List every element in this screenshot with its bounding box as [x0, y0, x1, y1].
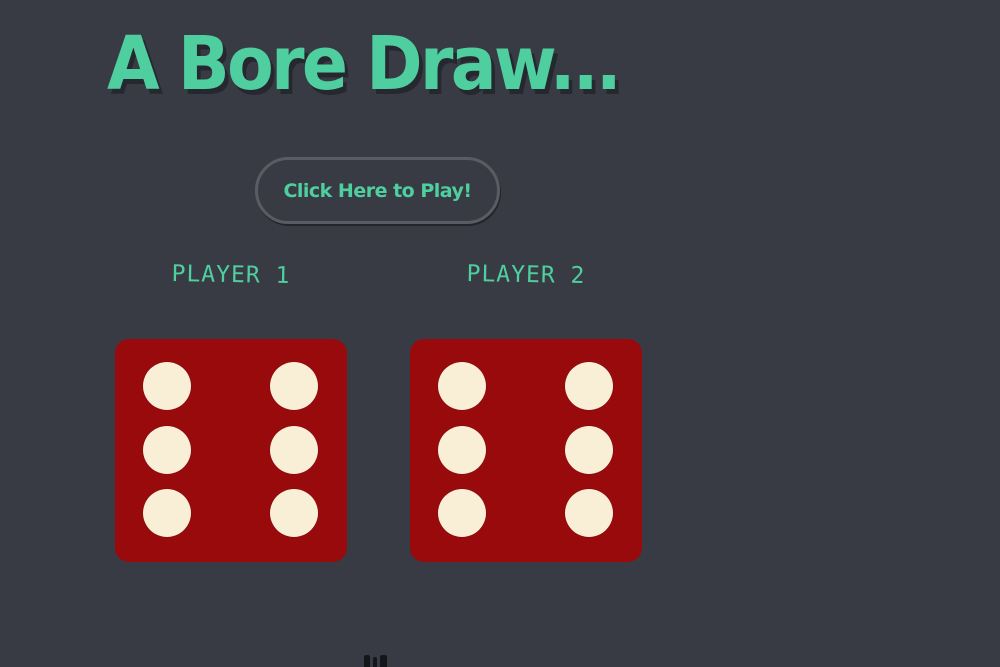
- die-pip: [438, 426, 486, 474]
- die-pip: [270, 426, 318, 474]
- cropped-text-fragment: [362, 652, 398, 667]
- player-2-die: [410, 339, 642, 562]
- die-pip: [565, 426, 613, 474]
- player-1-die: [115, 339, 347, 562]
- die-pip: [565, 489, 613, 537]
- die-pip: [270, 489, 318, 537]
- play-button[interactable]: Click Here to Play!: [255, 157, 500, 224]
- die-pip: [565, 362, 613, 410]
- die-pip: [143, 489, 191, 537]
- die-pip: [438, 362, 486, 410]
- die-pip: [438, 489, 486, 537]
- player-2-label: PLAYER 2: [466, 260, 586, 290]
- player-1-label: PLAYER 1: [171, 260, 291, 290]
- die-pip: [270, 362, 318, 410]
- die-pip: [143, 426, 191, 474]
- game-title: A Bore Draw...: [107, 21, 622, 107]
- die-pip: [143, 362, 191, 410]
